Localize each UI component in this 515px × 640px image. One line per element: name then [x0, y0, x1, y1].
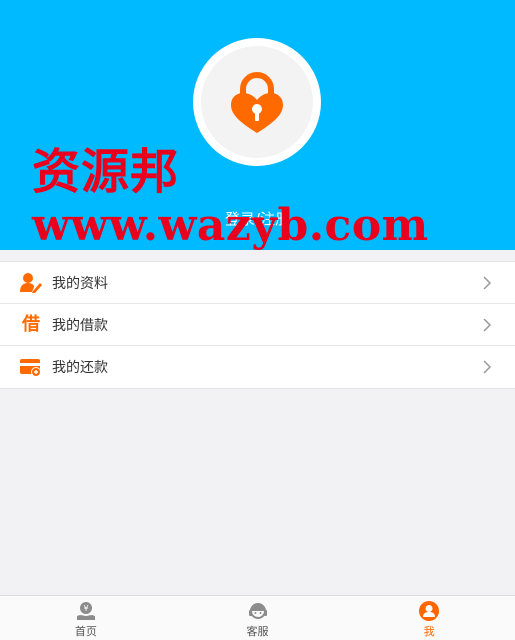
menu-item-my-profile[interactable]: 我的资料 [0, 262, 515, 304]
tab-label: 我 [423, 625, 435, 638]
tab-home[interactable]: ¥ 首页 [0, 596, 172, 640]
home-coin-icon: ¥ [76, 602, 95, 620]
tab-me[interactable]: 我 [343, 596, 515, 640]
watermark-url: www.wazyb.com [32, 200, 429, 251]
tab-label: 首页 [74, 625, 97, 638]
menu-item-my-repayments[interactable]: 我的还款 [0, 346, 515, 388]
borrow-icon: 借 [20, 314, 42, 336]
heart-lock-icon [231, 72, 283, 133]
chevron-right-icon [483, 318, 492, 332]
profile-menu: 我的资料 借 我的借款 我的还款 [0, 261, 515, 389]
profile-edit-icon [20, 272, 42, 294]
svg-text:¥: ¥ [83, 604, 88, 613]
customer-service-icon [248, 603, 267, 619]
user-icon [419, 601, 440, 621]
avatar[interactable] [193, 38, 321, 166]
menu-item-label: 我的还款 [52, 360, 108, 376]
chevron-right-icon [483, 360, 492, 374]
repay-card-icon [20, 356, 42, 378]
tab-customer-service[interactable]: 客服 [172, 596, 344, 640]
borrow-icon-glyph: 借 [22, 313, 40, 335]
watermark-title: 资源邦 [32, 144, 180, 200]
avatar-inner [201, 46, 313, 158]
chevron-right-icon [483, 276, 492, 290]
bottom-tab-bar: ¥ 首页 客服 我 [0, 595, 515, 640]
menu-item-label: 我的资料 [52, 275, 108, 292]
menu-item-label: 我的借款 [52, 317, 108, 334]
menu-item-my-loans[interactable]: 借 我的借款 [0, 304, 515, 346]
tab-label: 客服 [246, 625, 269, 638]
